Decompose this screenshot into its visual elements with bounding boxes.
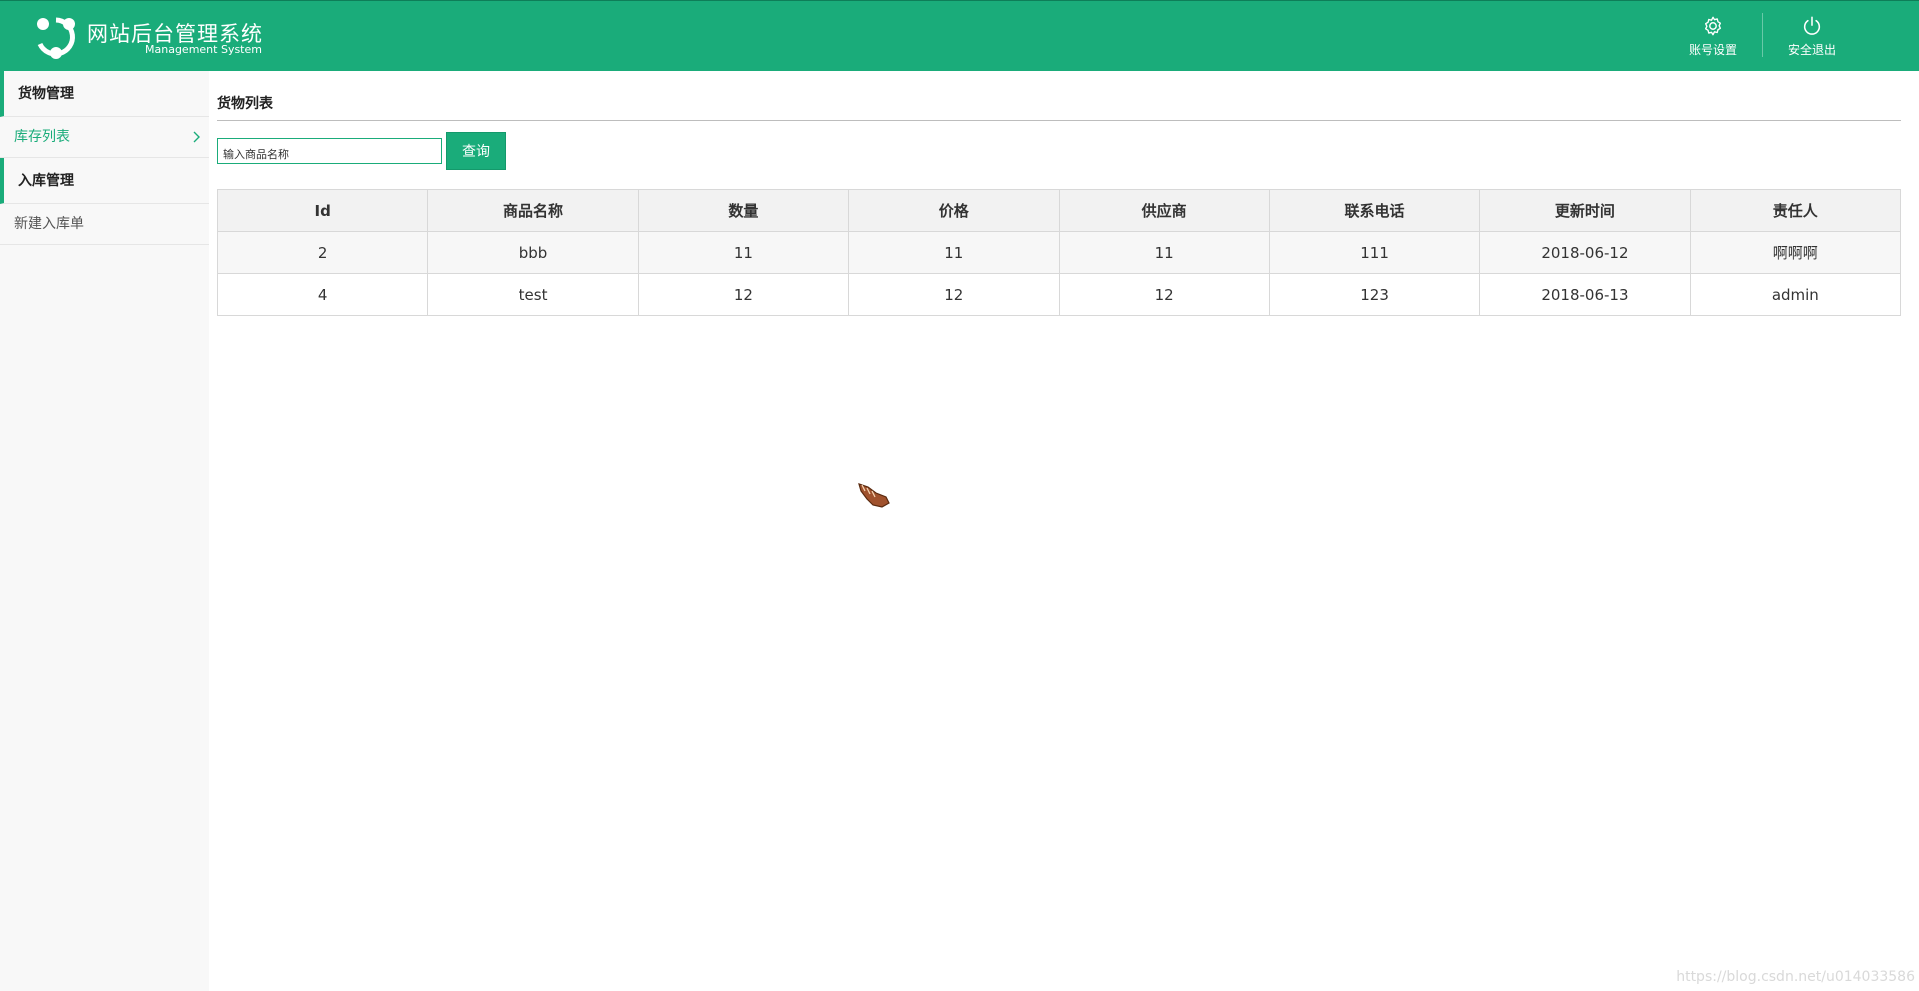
column-header[interactable]: 更新时间 xyxy=(1479,189,1691,232)
sidebar-item-new-inbound-order[interactable]: 新建入库单 xyxy=(0,204,209,245)
power-icon xyxy=(1803,16,1821,35)
column-header[interactable]: 价格 xyxy=(848,189,1060,232)
sidebar-group-goods[interactable]: 货物管理 xyxy=(0,71,209,117)
chevron-right-icon xyxy=(193,131,200,143)
sidebar-item-label: 库存列表 xyxy=(14,129,70,145)
logout-label: 安全退出 xyxy=(1787,43,1836,57)
table-cell: 12 xyxy=(848,273,1060,316)
table-cell: 111 xyxy=(1268,231,1481,274)
page-title: 货物列表 xyxy=(217,96,273,112)
column-header[interactable]: 数量 xyxy=(637,189,850,232)
account-settings-button[interactable]: 账号设置 xyxy=(1671,15,1755,59)
table-cell: 11 xyxy=(848,231,1060,274)
column-header[interactable]: 责任人 xyxy=(1689,189,1902,232)
sidebar: 货物管理 库存列表 入库管理 新建入库单 xyxy=(0,71,209,991)
top-header: 网站后台管理系统 Management System 账号设置 安全退出 xyxy=(0,0,1919,71)
header-divider xyxy=(1762,13,1763,57)
goods-table: Id 商品名称 数量 价格 供应商 联系电话 更新时间 责任人 2 bbb 11… xyxy=(216,189,1902,316)
table-cell: 11 xyxy=(1058,231,1270,274)
table-cell: 4 xyxy=(216,273,429,316)
search-button[interactable]: 查询 xyxy=(446,132,506,170)
table-cell: 12 xyxy=(1058,273,1270,316)
logo-icon xyxy=(37,17,75,59)
table-header-row: Id 商品名称 数量 价格 供应商 联系电话 更新时间 责任人 xyxy=(216,189,1902,232)
column-header[interactable]: 联系电话 xyxy=(1268,189,1481,232)
watermark: https://blog.csdn.net/u014033586 xyxy=(1676,969,1915,985)
column-header[interactable]: 商品名称 xyxy=(427,189,639,232)
table-cell: 11 xyxy=(637,231,850,274)
title-divider xyxy=(217,120,1901,121)
column-header[interactable]: Id xyxy=(216,189,429,232)
table-cell: 12 xyxy=(637,273,850,316)
column-header[interactable]: 供应商 xyxy=(1058,189,1270,232)
app-subtitle: Management System xyxy=(145,43,262,56)
table-row[interactable]: 4 test 12 12 12 123 2018-06-13 admin xyxy=(216,273,1902,316)
table-cell: 啊啊啊 xyxy=(1689,231,1902,274)
table-cell: admin xyxy=(1689,273,1902,316)
search-input[interactable] xyxy=(217,138,442,164)
table-cell: 123 xyxy=(1268,273,1481,316)
logout-button[interactable]: 安全退出 xyxy=(1770,15,1854,59)
table-row[interactable]: 2 bbb 11 11 11 111 2018-06-12 啊啊啊 xyxy=(216,231,1902,274)
table-cell: bbb xyxy=(427,231,639,274)
sidebar-group-inbound[interactable]: 入库管理 xyxy=(0,158,209,204)
table-cell: test xyxy=(427,273,639,316)
sidebar-item-label: 新建入库单 xyxy=(14,216,84,232)
gear-icon xyxy=(1704,16,1722,36)
account-settings-label: 账号设置 xyxy=(1688,43,1737,57)
table-cell: 2 xyxy=(216,231,429,274)
table-cell: 2018-06-12 xyxy=(1479,231,1691,274)
sidebar-item-inventory-list[interactable]: 库存列表 xyxy=(0,117,209,158)
hand-cursor-icon xyxy=(858,483,890,508)
table-cell: 2018-06-13 xyxy=(1479,273,1691,316)
